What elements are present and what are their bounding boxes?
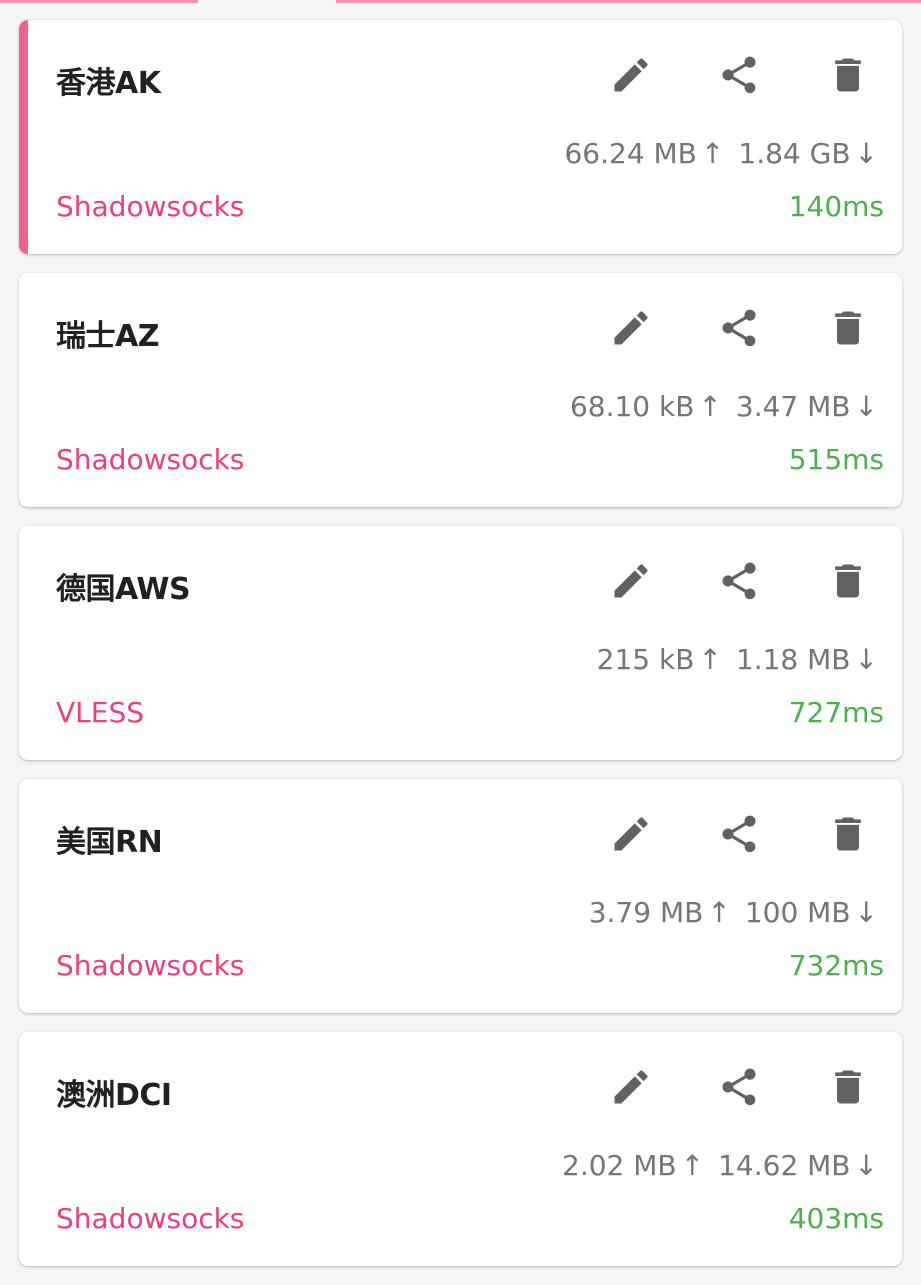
profile-name: 德国AWS xyxy=(56,572,191,607)
delete-button[interactable] xyxy=(821,1064,875,1110)
latency-value: 732ms xyxy=(788,949,884,982)
share-icon xyxy=(722,1068,756,1106)
upload-arrow-icon: ↑ xyxy=(680,1149,705,1182)
protocol-label: Shadowsocks xyxy=(56,443,245,476)
trash-icon xyxy=(835,311,861,345)
share-button[interactable] xyxy=(712,52,766,98)
upload-arrow-icon: ↑ xyxy=(698,390,722,423)
profile-name: 瑞士AZ xyxy=(56,319,159,354)
upload-value: 2.02 MB xyxy=(562,1149,677,1182)
delete-button[interactable] xyxy=(821,558,875,604)
share-button[interactable] xyxy=(712,305,766,351)
selected-tab-indicator xyxy=(0,0,921,3)
pencil-icon xyxy=(614,311,648,345)
upload-arrow-icon: ↑ xyxy=(700,137,725,170)
traffic-stats: 66.24 MB ↑ 1.84 GB ↓ xyxy=(564,137,878,170)
download-value: 1.18 MB xyxy=(735,643,851,676)
profile-card[interactable]: 澳洲DCI 2.02 MB ↑ 14.62 MB ↓ Shadowsocks 403m… xyxy=(19,1032,902,1266)
download-value: 1.84 GB xyxy=(738,137,851,170)
download-value: 3.47 MB xyxy=(735,390,851,423)
profile-card[interactable]: 香港AK 66.24 MB ↑ 1.84 GB ↓ Shadowsocks 140ms xyxy=(19,20,902,254)
share-button[interactable] xyxy=(712,1064,766,1110)
edit-button[interactable] xyxy=(604,52,658,98)
download-arrow-icon: ↓ xyxy=(854,643,878,676)
profile-card[interactable]: 德国AWS 215 kB ↑ 1.18 MB ↓ VLESS 727ms xyxy=(19,526,902,760)
share-icon xyxy=(722,562,756,600)
protocol-label: VLESS xyxy=(56,696,144,729)
download-arrow-icon: ↓ xyxy=(854,137,878,170)
upload-arrow-icon: ↑ xyxy=(707,896,731,929)
share-button[interactable] xyxy=(712,811,766,857)
traffic-stats: 215 kB ↑ 1.18 MB ↓ xyxy=(597,643,878,676)
profile-card[interactable]: 美国RN 3.79 MB ↑ 100 MB ↓ Shadowsocks 732ms xyxy=(19,779,902,1013)
latency-value: 727ms xyxy=(788,696,884,729)
upload-value: 215 kB xyxy=(596,643,695,676)
download-arrow-icon: ↓ xyxy=(854,896,878,929)
edit-button[interactable] xyxy=(604,558,658,604)
pencil-icon xyxy=(614,817,648,851)
trash-icon xyxy=(835,564,861,598)
edit-button[interactable] xyxy=(604,305,658,351)
share-button[interactable] xyxy=(712,558,766,604)
download-value: 14.62 MB xyxy=(718,1149,851,1182)
trash-icon xyxy=(835,58,861,92)
latency-value: 515ms xyxy=(788,443,884,476)
tab-indicator-gap xyxy=(198,0,336,3)
trash-icon xyxy=(835,817,861,851)
traffic-stats: 3.79 MB ↑ 100 MB ↓ xyxy=(589,896,878,929)
share-icon xyxy=(722,309,756,347)
upload-value: 68.10 kB xyxy=(569,390,695,423)
upload-value: 3.79 MB xyxy=(588,896,704,929)
share-icon xyxy=(722,815,756,853)
profile-name: 澳洲DCI xyxy=(56,1078,172,1113)
delete-button[interactable] xyxy=(821,811,875,857)
latency-value: 140ms xyxy=(788,190,884,223)
trash-icon xyxy=(835,1070,861,1104)
pencil-icon xyxy=(614,58,648,92)
traffic-stats: 2.02 MB ↑ 14.62 MB ↓ xyxy=(562,1149,878,1182)
edit-button[interactable] xyxy=(604,811,658,857)
traffic-stats: 68.10 kB ↑ 3.47 MB ↓ xyxy=(570,390,878,423)
edit-button[interactable] xyxy=(604,1064,658,1110)
download-arrow-icon: ↓ xyxy=(854,390,878,423)
upload-arrow-icon: ↑ xyxy=(698,643,722,676)
pencil-icon xyxy=(614,564,648,598)
upload-value: 66.24 MB xyxy=(564,137,697,170)
latency-value: 403ms xyxy=(788,1202,884,1235)
delete-button[interactable] xyxy=(821,52,875,98)
delete-button[interactable] xyxy=(821,305,875,351)
profile-list: 香港AK 66.24 MB ↑ 1.84 GB ↓ Shadowsocks 140ms… xyxy=(19,20,902,1285)
download-arrow-icon: ↓ xyxy=(854,1149,878,1182)
download-value: 100 MB xyxy=(744,896,851,929)
profile-name: 香港AK xyxy=(56,66,161,101)
profile-card[interactable]: 瑞士AZ 68.10 kB ↑ 3.47 MB ↓ Shadowsocks 515ms xyxy=(19,273,902,507)
protocol-label: Shadowsocks xyxy=(56,1202,245,1235)
share-icon xyxy=(722,56,756,94)
protocol-label: Shadowsocks xyxy=(56,949,245,982)
pencil-icon xyxy=(614,1070,648,1104)
profile-name: 美国RN xyxy=(56,825,163,860)
protocol-label: Shadowsocks xyxy=(56,190,245,223)
